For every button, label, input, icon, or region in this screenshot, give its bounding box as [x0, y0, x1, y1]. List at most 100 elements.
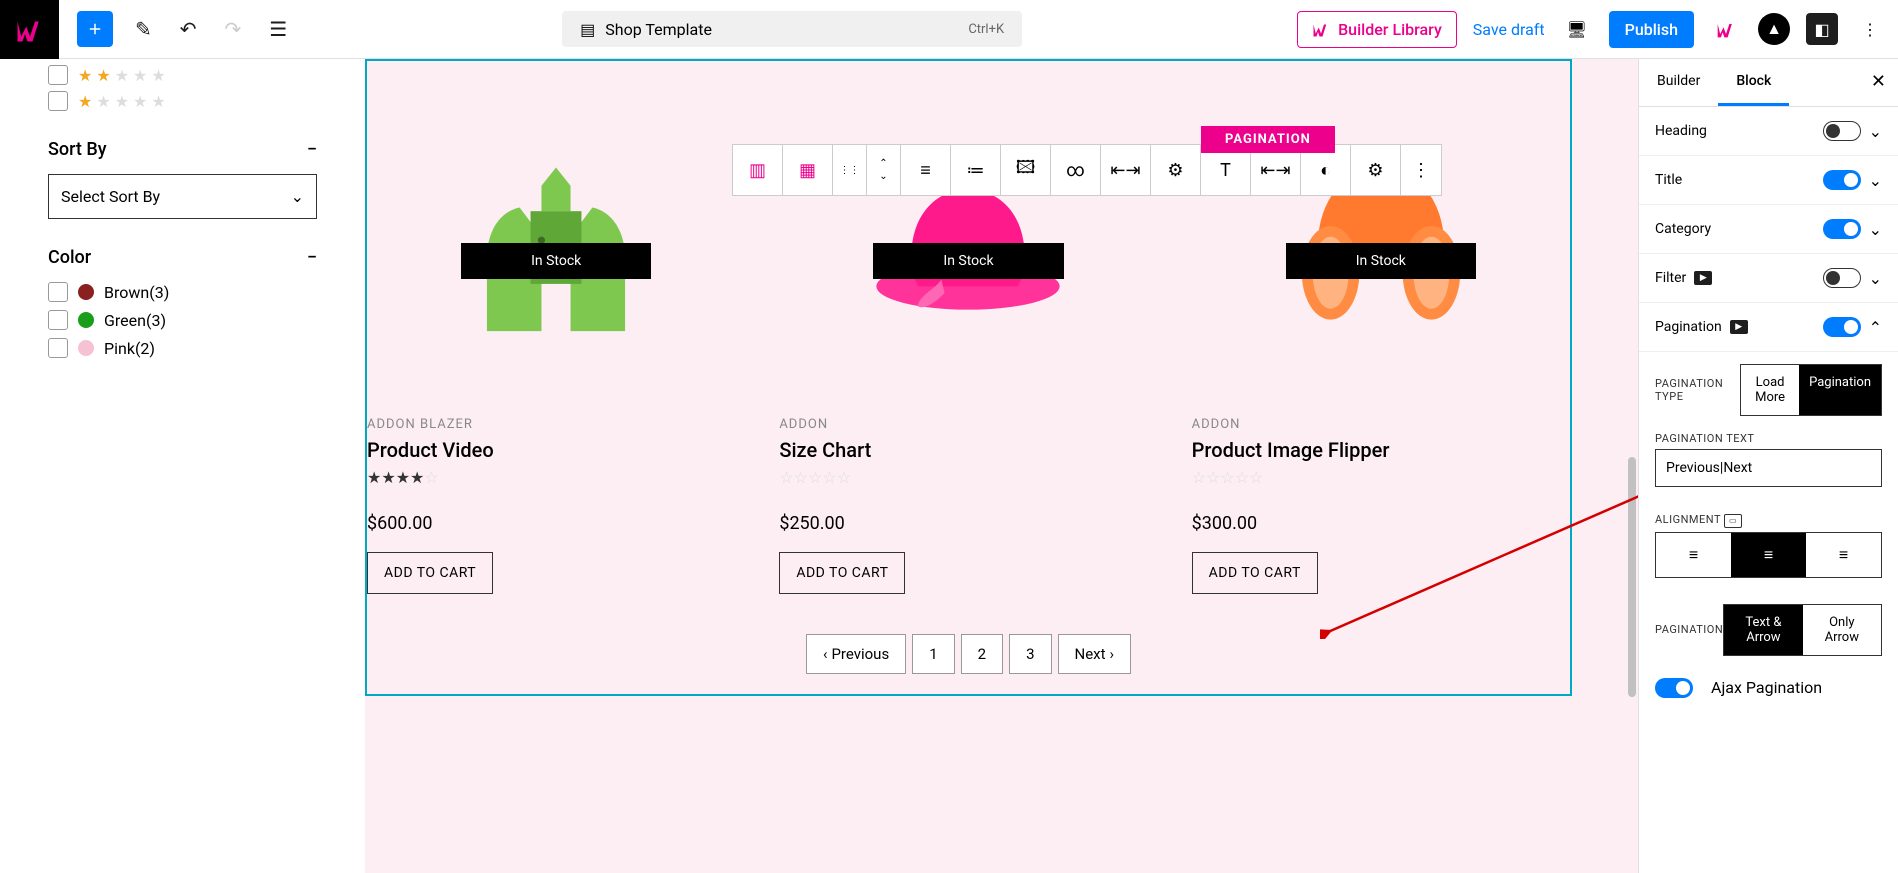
- category-toggle[interactable]: [1823, 219, 1861, 239]
- pagination-prev[interactable]: ‹Previous: [806, 634, 906, 674]
- swatch-pink: [78, 340, 94, 356]
- desktop-preview-icon[interactable]: 🖥: [1561, 13, 1593, 45]
- add-to-cart-button[interactable]: ADD TO CART: [367, 552, 493, 594]
- product-price: $250.00: [779, 513, 1157, 534]
- filter-toggle[interactable]: [1823, 268, 1861, 288]
- toolbar-drag-icon[interactable]: ⋮⋮: [833, 145, 867, 195]
- chevron-down-icon[interactable]: ⌄: [1869, 220, 1882, 239]
- toolbar-infinity-icon[interactable]: ∞: [1051, 145, 1101, 195]
- pagination-page[interactable]: 1: [912, 634, 954, 674]
- close-icon[interactable]: ✕: [1871, 71, 1886, 92]
- sidebar-toggle-icon[interactable]: ◧: [1806, 13, 1838, 45]
- rating-filter-2[interactable]: ★★★★★: [48, 65, 317, 85]
- canvas-scrollbar[interactable]: [1624, 67, 1638, 873]
- color-filter-pink[interactable]: Pink(2): [48, 338, 317, 358]
- more-menu-icon[interactable]: ⋮: [1854, 13, 1886, 45]
- rating-filter-1[interactable]: ★★★★★: [48, 91, 317, 111]
- product-price: $600.00: [367, 513, 745, 534]
- prop-title: Title ⌄: [1639, 156, 1898, 205]
- circle-icon[interactable]: ▲: [1758, 13, 1790, 45]
- device-icon[interactable]: ▭: [1724, 514, 1742, 528]
- color-filter-green[interactable]: Green(3): [48, 310, 317, 330]
- toolbar-width-icon[interactable]: ⇤⇥: [1101, 145, 1151, 195]
- save-draft-button[interactable]: Save draft: [1473, 20, 1545, 39]
- builder-library-button[interactable]: Builder Library: [1297, 11, 1457, 48]
- redo-icon[interactable]: ↷: [225, 17, 242, 41]
- pagination-page[interactable]: 3: [1009, 634, 1051, 674]
- brand-icon[interactable]: [1710, 13, 1742, 45]
- title-toggle[interactable]: [1823, 170, 1861, 190]
- alignment-group: ≡ ≡ ≡: [1655, 532, 1882, 578]
- color-filter-brown[interactable]: Brown(3): [48, 282, 317, 302]
- product-rating: ☆☆☆☆☆: [779, 468, 1157, 487]
- chevron-down-icon[interactable]: ⌄: [1869, 269, 1882, 288]
- prop-pagination: Pagination▶ ⌃: [1639, 303, 1898, 352]
- align-right-button[interactable]: ≡: [1806, 533, 1881, 577]
- add-to-cart-button[interactable]: ADD TO CART: [779, 552, 905, 594]
- pagination-text-label: PAGINATION TEXT: [1639, 420, 1898, 449]
- pagination-nav: ‹Previous 1 2 3 Next›: [367, 634, 1570, 694]
- video-icon[interactable]: ▶: [1730, 320, 1748, 334]
- chevron-down-icon[interactable]: ⌄: [1869, 122, 1882, 141]
- sort-select[interactable]: Select Sort By ⌄: [48, 174, 317, 219]
- toolbar-columns-icon[interactable]: ▥: [733, 145, 783, 195]
- ajax-pagination-row: Ajax Pagination: [1639, 660, 1898, 716]
- product-title: Product Video: [367, 438, 745, 462]
- color-heading: Color −: [48, 247, 317, 268]
- chevron-down-icon[interactable]: ⌄: [1869, 171, 1882, 190]
- inspector-tabs: Builder Block ✕: [1639, 59, 1898, 107]
- alignment-label: ALIGNMENT ▭: [1639, 501, 1898, 532]
- template-name: Shop Template: [605, 20, 712, 39]
- toolbar-updown-icon[interactable]: ⌃⌄: [867, 145, 901, 195]
- product-category: ADDON: [1192, 417, 1570, 432]
- tab-builder[interactable]: Builder: [1639, 59, 1718, 106]
- pagination-toggle[interactable]: [1823, 317, 1861, 337]
- toolbar-settings-icon[interactable]: ⚙: [1151, 145, 1201, 195]
- heading-toggle[interactable]: [1823, 121, 1861, 141]
- add-to-cart-button[interactable]: ADD TO CART: [1192, 552, 1318, 594]
- ajax-toggle[interactable]: [1655, 678, 1693, 698]
- edit-icon[interactable]: ✎: [135, 17, 152, 41]
- add-block-button[interactable]: [77, 11, 113, 47]
- undo-icon[interactable]: ↶: [180, 17, 197, 41]
- toolbar-layout-icon[interactable]: ▦: [783, 145, 833, 195]
- toolbar-gear-icon[interactable]: ⚙: [1351, 145, 1401, 195]
- app-logo[interactable]: [0, 0, 59, 59]
- pagination-type-pagination[interactable]: Pagination: [1799, 365, 1881, 415]
- block-toolbar: ▥ ▦ ⋮⋮ ⌃⌄ ≡ ≔ 🖾 ∞ ⇤⇥ ⚙ T ⇤⇥ ◐ ⚙ ⋮: [732, 144, 1442, 196]
- pagination-type-label: PAGINATION TYPE: [1655, 377, 1740, 403]
- list-icon[interactable]: ☰: [269, 17, 287, 41]
- chevron-down-icon: ⌄: [291, 187, 304, 206]
- pagination-page[interactable]: 2: [961, 634, 1003, 674]
- toolbar-stack-icon[interactable]: 🖾: [1001, 145, 1051, 195]
- align-left-button[interactable]: ≡: [1656, 533, 1731, 577]
- shortcut-hint: Ctrl+K: [968, 22, 1004, 37]
- pagination-text-input[interactable]: Previous|Next: [1655, 449, 1882, 487]
- topbar-tool-icons: ✎ ↶ ↷ ☰: [135, 17, 287, 41]
- pagination-style-text[interactable]: Text & Arrow: [1724, 605, 1802, 655]
- publish-button[interactable]: Publish: [1609, 11, 1694, 48]
- template-selector[interactable]: ▤ Shop Template Ctrl+K: [562, 11, 1022, 47]
- toolbar-align-center-icon[interactable]: ≡: [901, 145, 951, 195]
- editor-canvas: PAGINATION ▥ ▦ ⋮⋮ ⌃⌄ ≡ ≔ 🖾 ∞ ⇤⇥ ⚙ T ⇤⇥ ◐…: [365, 59, 1638, 873]
- pagination-type-loadmore[interactable]: Load More: [1741, 365, 1799, 415]
- topbar: ✎ ↶ ↷ ☰ ▤ Shop Template Ctrl+K Builder L…: [0, 0, 1898, 59]
- prop-filter: Filter▶ ⌄: [1639, 254, 1898, 303]
- sort-by-heading: Sort By −: [48, 139, 317, 160]
- checkbox[interactable]: [48, 91, 68, 111]
- collapse-icon[interactable]: −: [307, 247, 317, 268]
- chevron-left-icon: ‹: [823, 645, 828, 663]
- collapse-icon[interactable]: −: [307, 139, 317, 160]
- pagination-next[interactable]: Next›: [1058, 634, 1132, 674]
- pagination-style-arrow[interactable]: Only Arrow: [1803, 605, 1881, 655]
- prop-category: Category ⌄: [1639, 205, 1898, 254]
- chevron-up-icon[interactable]: ⌃: [1869, 318, 1882, 337]
- stock-badge: In Stock: [873, 243, 1063, 279]
- align-center-button[interactable]: ≡: [1731, 533, 1806, 577]
- tab-block[interactable]: Block: [1718, 59, 1789, 106]
- checkbox[interactable]: [48, 65, 68, 85]
- product-title: Size Chart: [779, 438, 1157, 462]
- toolbar-align-left-icon[interactable]: ≔: [951, 145, 1001, 195]
- toolbar-more-icon[interactable]: ⋮: [1401, 145, 1441, 195]
- video-icon[interactable]: ▶: [1694, 271, 1712, 285]
